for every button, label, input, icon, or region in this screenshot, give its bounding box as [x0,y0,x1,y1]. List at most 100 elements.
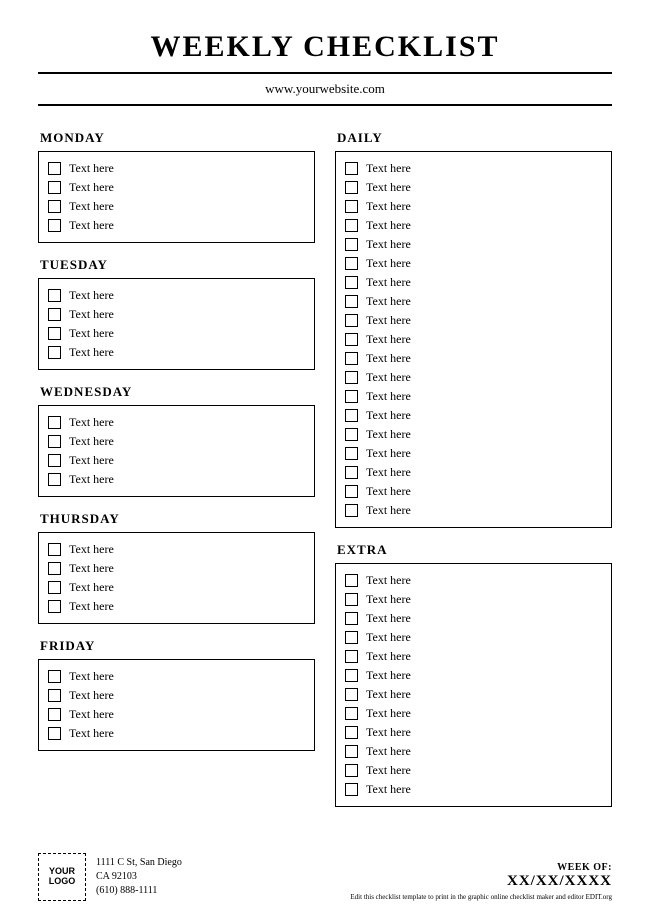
checklist-item: Text here [345,330,602,349]
columns: MONDAYText hereText hereText hereText he… [38,130,612,821]
left-section-1: TUESDAYText hereText hereText hereText h… [38,257,315,370]
checkbox-icon[interactable] [48,346,61,359]
checkbox-icon[interactable] [345,428,358,441]
checkbox-icon[interactable] [48,181,61,194]
checkbox-icon[interactable] [48,670,61,683]
checkbox-icon[interactable] [48,600,61,613]
checklist-item-label: Text here [69,599,114,614]
checklist-item-label: Text here [69,161,114,176]
checklist-item-label: Text here [69,542,114,557]
left-section-4: FRIDAYText hereText hereText hereText he… [38,638,315,751]
section-box: Text here Text here Text here Text here [38,151,315,243]
checkbox-icon[interactable] [48,327,61,340]
checkbox-icon[interactable] [345,219,358,232]
checkbox-icon[interactable] [345,466,358,479]
checklist-item: Text here [48,159,305,178]
checklist-item: Text here [345,159,602,178]
checkbox-icon[interactable] [345,352,358,365]
checkbox-icon[interactable] [345,238,358,251]
checklist-item-label: Text here [366,218,411,233]
checkbox-icon[interactable] [345,631,358,644]
checklist-item: Text here [48,724,305,743]
checklist-item-label: Text here [69,415,114,430]
checkbox-icon[interactable] [345,612,358,625]
checklist-item-label: Text here [366,161,411,176]
checklist-item-label: Text here [366,763,411,778]
checkbox-icon[interactable] [48,543,61,556]
checklist-item-label: Text here [69,726,114,741]
checklist-item-label: Text here [69,326,114,341]
checklist-item-label: Text here [69,180,114,195]
checkbox-icon[interactable] [48,416,61,429]
checklist-item: Text here [345,761,602,780]
checkbox-icon[interactable] [345,688,358,701]
checkbox-icon[interactable] [345,707,358,720]
checkbox-icon[interactable] [48,689,61,702]
footer-right: WEEK OF: XX/XX/XXXX Edit this checklist … [350,862,612,901]
checklist-item-label: Text here [366,630,411,645]
section-box: Text hereText hereText hereText hereText… [335,151,612,528]
checkbox-icon[interactable] [345,409,358,422]
checkbox-icon[interactable] [345,447,358,460]
checklist-item: Text here [48,540,305,559]
checklist-item: Text here [345,197,602,216]
checklist-item: Text here [48,178,305,197]
checkbox-icon[interactable] [345,390,358,403]
checkbox-icon[interactable] [345,485,358,498]
checkbox-icon[interactable] [48,162,61,175]
checkbox-icon[interactable] [48,308,61,321]
checklist-item: Text here [345,425,602,444]
checklist-item-label: Text here [69,434,114,449]
checkbox-icon[interactable] [345,593,358,606]
checklist-item: Text here [345,463,602,482]
checklist-item: Text here [345,235,602,254]
checkbox-icon[interactable] [345,669,358,682]
checklist-item-label: Text here [366,389,411,404]
checklist-item: Text here [48,197,305,216]
checkbox-icon[interactable] [345,257,358,270]
checkbox-icon[interactable] [48,454,61,467]
checkbox-icon[interactable] [48,727,61,740]
checkbox-icon[interactable] [345,650,358,663]
contact-info: 1111 C St, San Diego CA 92103 (610) 888-… [96,856,182,898]
checkbox-icon[interactable] [345,314,358,327]
checkbox-icon[interactable] [48,200,61,213]
checklist-item-label: Text here [69,199,114,214]
checkbox-icon[interactable] [345,726,358,739]
checkbox-icon[interactable] [345,276,358,289]
checklist-item: Text here [345,482,602,501]
checklist-item: Text here [48,324,305,343]
checkbox-icon[interactable] [48,473,61,486]
checkbox-icon[interactable] [345,371,358,384]
checklist-item: Text here [345,444,602,463]
checkbox-icon[interactable] [345,504,358,517]
checkbox-icon[interactable] [345,295,358,308]
checkbox-icon[interactable] [48,219,61,232]
checkbox-icon[interactable] [345,181,358,194]
checkbox-icon[interactable] [345,333,358,346]
logo-placeholder: YOUR LOGO [38,853,86,901]
checkbox-icon[interactable] [345,200,358,213]
checkbox-icon[interactable] [345,783,358,796]
checkbox-icon[interactable] [48,581,61,594]
checkbox-icon[interactable] [48,708,61,721]
checkbox-icon[interactable] [345,745,358,758]
checkbox-icon[interactable] [345,574,358,587]
header: WEEKLY CHECKLIST www.yourwebsite.com [38,30,612,106]
checkbox-icon[interactable] [48,289,61,302]
checklist-item-label: Text here [69,218,114,233]
checklist-item: Text here [48,667,305,686]
checklist-item: Text here [345,628,602,647]
checklist-item-label: Text here [366,649,411,664]
left-section-0: MONDAYText hereText hereText hereText he… [38,130,315,243]
checkbox-icon[interactable] [345,764,358,777]
checkbox-icon[interactable] [48,435,61,448]
checkbox-icon[interactable] [48,562,61,575]
checklist-item-label: Text here [366,332,411,347]
checklist-item: Text here [345,349,602,368]
checklist-item: Text here [345,501,602,520]
section-title: FRIDAY [38,638,315,654]
checklist-item-label: Text here [366,573,411,588]
checkbox-icon[interactable] [345,162,358,175]
checklist-item-label: Text here [366,256,411,271]
